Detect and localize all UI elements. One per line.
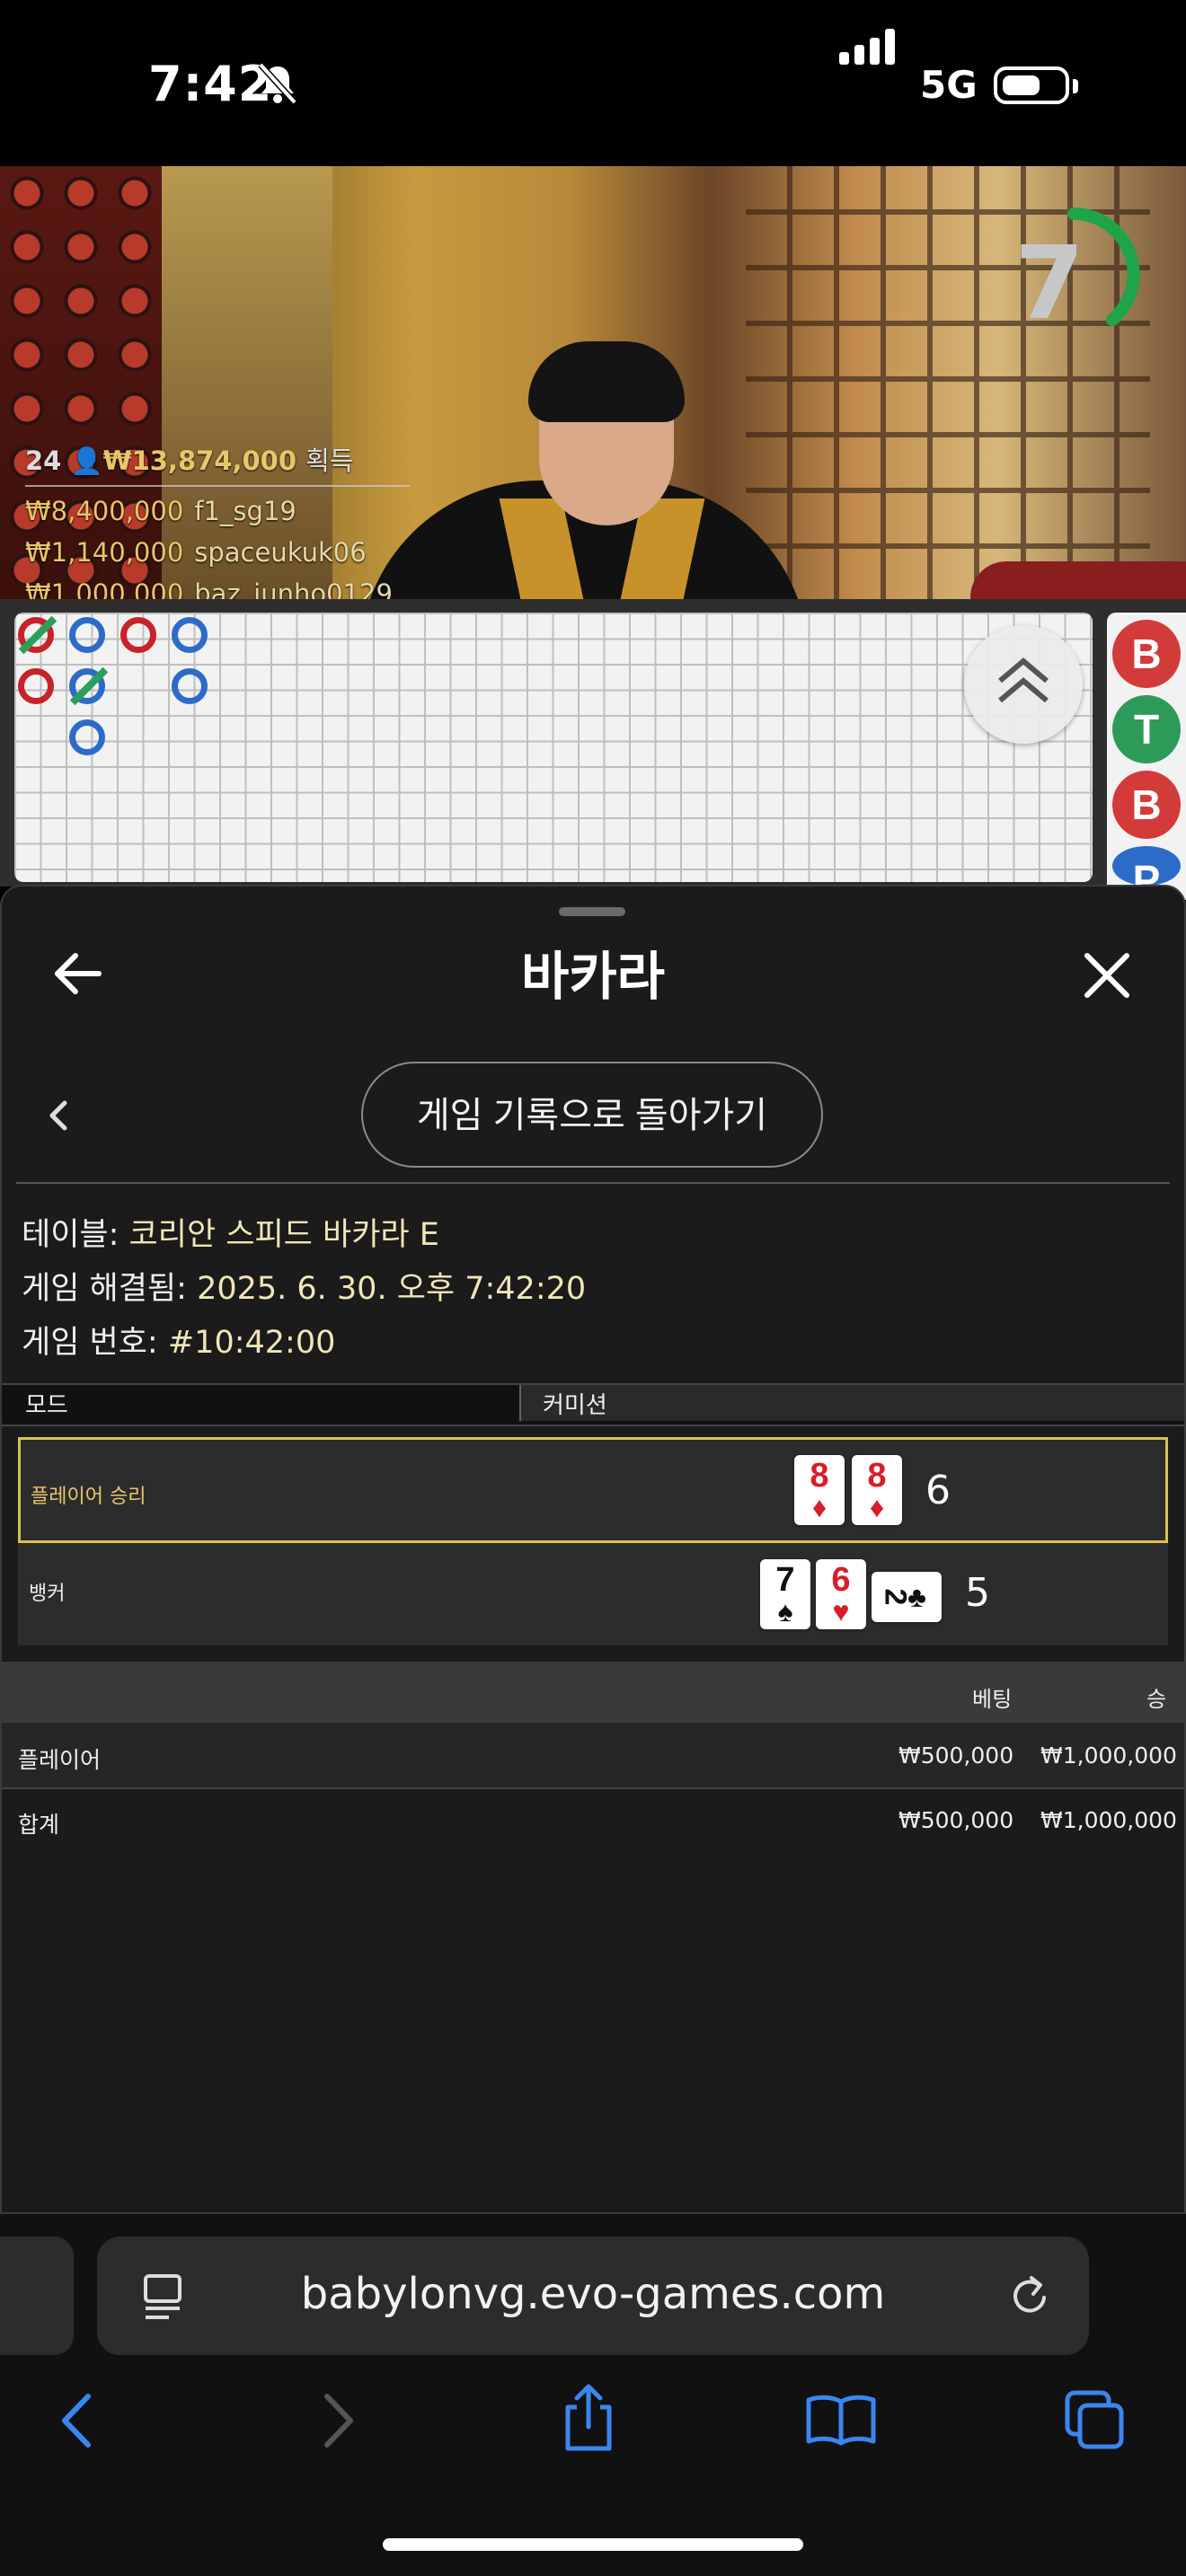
card-rank: 6 (831, 1561, 851, 1599)
mode-label: 모드 (25, 1392, 68, 1419)
countdown-timer: 7 (1014, 225, 1084, 342)
winners-suffix: 획득 (305, 446, 354, 476)
dealer-hair (528, 341, 685, 422)
battery-icon (994, 66, 1069, 104)
user-icon: 👤 (70, 446, 103, 476)
previous-tab-preview[interactable] (0, 2236, 74, 2355)
bet-name: 플레이어 (18, 1747, 102, 1773)
resolved-info: 게임 해결됨: 2025. 6. 30. 오후 7:42:20 (22, 1263, 586, 1309)
battery-level (1003, 75, 1040, 95)
mode-value: 커미션 (543, 1392, 607, 1419)
home-indicator[interactable] (383, 2538, 803, 2551)
url-text[interactable]: babylonvg.evo-games.com (180, 2269, 1006, 2319)
game-number-label: 게임 번호: (22, 1325, 158, 1361)
win-amount: ₩1,000,000 (1040, 1742, 1177, 1769)
player-bead (172, 617, 208, 653)
win-column-header: 승 (1146, 1687, 1167, 1712)
mode-value-cell (521, 1385, 1184, 1421)
spade-suit-icon: ♠ (777, 1595, 793, 1628)
player-result-row (18, 1437, 1168, 1543)
player-bead (69, 617, 105, 653)
bet-column-header: 베팅 (972, 1687, 1013, 1712)
playing-card-sideways: 2♣ (872, 1572, 942, 1622)
share-icon[interactable] (559, 2382, 618, 2454)
table-info: 테이블: 코리안 스피드 바카라 E (22, 1209, 439, 1255)
result-bead: P (1112, 846, 1181, 886)
baccarat-table (970, 561, 1186, 599)
player-bead (172, 668, 208, 704)
bookmarks-icon[interactable] (805, 2393, 877, 2447)
winner-row: ₩8,400,000 f1_sg19 (25, 496, 420, 526)
player-score: 6 (925, 1468, 951, 1513)
winners-total: ₩13,874,000 (102, 446, 297, 476)
divider (16, 1182, 1170, 1184)
total-win: ₩1,000,000 (1040, 1807, 1177, 1833)
sheet-grabber[interactable] (559, 907, 625, 916)
card-rank: 2 (878, 1588, 913, 1606)
reload-icon[interactable] (1005, 2271, 1055, 2321)
winners-count: 24 (25, 446, 62, 476)
banker-score: 5 (965, 1570, 990, 1616)
winners-header: 24 👤₩13,874,000 획득 (25, 440, 420, 478)
browser-forward-icon (324, 2394, 353, 2448)
sheet-title: 바카라 (520, 946, 666, 1007)
bell-slash-icon (258, 62, 297, 105)
winner-amount: ₩1,140,000 (25, 537, 184, 568)
winner-amount: ₩8,400,000 (25, 496, 184, 526)
total-label: 합계 (18, 1812, 60, 1838)
playing-card: 8 ♦ (852, 1455, 902, 1525)
playing-card: 6 ♥ (816, 1559, 866, 1629)
player-bead (69, 719, 105, 755)
mode-cell (2, 1385, 521, 1421)
double-chevron-up-icon (998, 657, 1049, 703)
card-rank: 8 (810, 1457, 829, 1495)
table-label: 테이블: (22, 1217, 119, 1253)
expand-up-button[interactable] (964, 625, 1083, 744)
browser-back-icon[interactable] (56, 2389, 101, 2452)
card-rank: 8 (867, 1457, 887, 1495)
resolved-value: 2025. 6. 30. 오후 7:42:20 (197, 1271, 587, 1307)
card-rank: 7 (775, 1561, 795, 1599)
game-number-value: #10:42:00 (167, 1325, 336, 1361)
banker-result-row (18, 1543, 1168, 1645)
resolved-label: 게임 해결됨: (22, 1271, 187, 1307)
diamond-suit-icon: ♦ (811, 1491, 828, 1523)
result-bead: B (1112, 620, 1181, 688)
player-label: 플레이어 승리 (31, 1486, 146, 1508)
battery-tip (1073, 79, 1078, 93)
winner-name: spaceukuk06 (194, 537, 367, 568)
result-bead: T (1112, 695, 1181, 763)
winner-row: ₩1,140,000 spaceukuk06 (25, 537, 420, 568)
reader-page-icon[interactable] (142, 2272, 183, 2323)
table-value: 코리안 스피드 바카라 E (128, 1217, 439, 1253)
heart-suit-icon: ♥ (832, 1595, 850, 1628)
tabs-icon[interactable] (1064, 2389, 1127, 2452)
playing-card: 7 ♠ (760, 1559, 810, 1629)
diamond-suit-icon: ♦ (869, 1491, 885, 1523)
close-icon[interactable] (1082, 950, 1132, 1001)
playing-card: 8 ♦ (794, 1455, 845, 1525)
row-divider (2, 1787, 1184, 1789)
back-arrow-icon[interactable] (52, 948, 102, 999)
bead-road-grid[interactable] (14, 613, 1093, 882)
banker-bead (18, 668, 54, 704)
winners-panel: 24 👤₩13,874,000 획득 ₩8,400,000 f1_sg19 ₩1,… (25, 440, 420, 620)
result-bead: B (1112, 771, 1181, 839)
banker-bead (120, 617, 156, 653)
game-number-info: 게임 번호: #10:42:00 (22, 1317, 335, 1363)
back-to-history-button[interactable]: 게임 기록으로 돌아가기 (361, 1062, 823, 1168)
total-bet: ₩500,000 (898, 1807, 1014, 1833)
banker-label: 뱅커 (29, 1583, 66, 1605)
winners-divider (25, 485, 410, 487)
winner-name: f1_sg19 (194, 496, 296, 526)
bet-amount: ₩500,000 (898, 1742, 1014, 1769)
chevron-left-icon[interactable] (43, 1098, 75, 1134)
network-type: 5G (920, 63, 978, 107)
